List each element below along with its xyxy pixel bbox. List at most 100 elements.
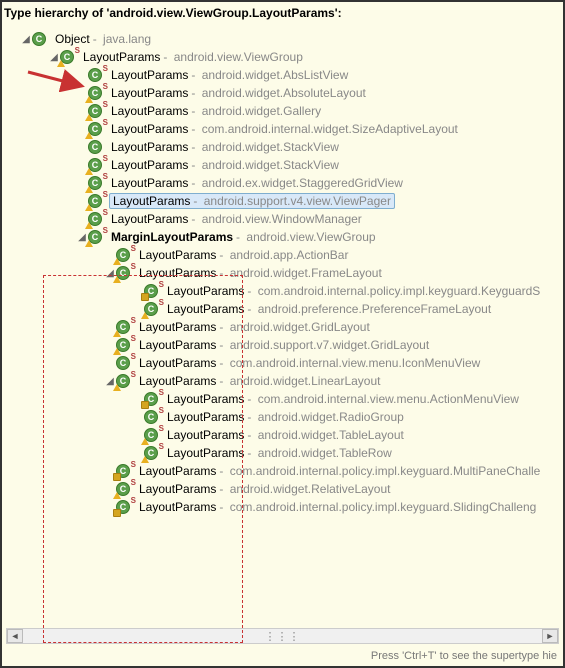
tree-row[interactable]: ▷CSLayoutParams - android.widget.Relativ… [6, 480, 563, 498]
package-name: - android.view.ViewGroup [160, 50, 303, 64]
package-name: - android.widget.TableLayout [244, 428, 403, 442]
class-icon: CS [144, 409, 162, 425]
tree-item-label[interactable]: MarginLayoutParams - android.view.ViewGr… [109, 230, 378, 244]
tree-item-label[interactable]: LayoutParams - android.app.ActionBar [137, 248, 350, 262]
type-hierarchy-tree: ◢CObject - java.lang◢CSLayoutParams - an… [2, 30, 563, 516]
tree-row[interactable]: ▷CSLayoutParams - com.android.internal.p… [6, 498, 563, 516]
tree-row[interactable]: ◢CSLayoutParams - android.view.ViewGroup [6, 48, 563, 66]
class-name: LayoutParams [111, 176, 188, 190]
tree-row[interactable]: ▷CSLayoutParams - android.widget.Absolut… [6, 84, 563, 102]
static-badge: S [159, 407, 164, 415]
tree-item-label[interactable]: LayoutParams - android.preference.Prefer… [165, 302, 493, 316]
static-badge: S [131, 479, 136, 487]
warning-overlay-icon [141, 312, 149, 319]
tree-row[interactable]: ▷CSLayoutParams - android.support.v7.wid… [6, 336, 563, 354]
tree-row[interactable]: ▷CSLayoutParams - android.widget.GridLay… [6, 318, 563, 336]
horizontal-scrollbar[interactable]: ◄ ⋮⋮⋮ ► [6, 628, 559, 644]
warning-overlay-icon [113, 258, 121, 265]
tree-item-label[interactable]: LayoutParams - android.widget.Gallery [109, 104, 323, 118]
scroll-track[interactable]: ⋮⋮⋮ [23, 630, 542, 643]
package-name: - com.android.internal.policy.impl.keygu… [216, 464, 540, 478]
tree-item-label[interactable]: LayoutParams - android.widget.GridLayout [137, 320, 372, 334]
tree-row[interactable]: ▷CSLayoutParams - com.android.internal.p… [6, 282, 563, 300]
tree-item-label[interactable]: LayoutParams - android.widget.FrameLayou… [137, 266, 384, 280]
page-title: Type hierarchy of 'android.view.ViewGrou… [2, 2, 563, 30]
tree-row[interactable]: ▷CSLayoutParams - android.ex.widget.Stag… [6, 174, 563, 192]
tree-item-label[interactable]: LayoutParams - com.android.internal.view… [137, 356, 482, 370]
tree-row[interactable]: ▷CSLayoutParams - android.app.ActionBar [6, 246, 563, 264]
tree-row[interactable]: ◢CObject - java.lang [6, 30, 563, 48]
tree-row[interactable]: ▷CSLayoutParams - com.android.internal.v… [6, 390, 563, 408]
collapse-icon[interactable]: ◢ [20, 33, 32, 45]
tree-row[interactable]: ▷CSLayoutParams - com.android.internal.p… [6, 462, 563, 480]
tree-item-label[interactable]: LayoutParams - android.view.WindowManage… [109, 212, 364, 226]
tree-item-label[interactable]: LayoutParams - android.widget.AbsoluteLa… [109, 86, 368, 100]
static-badge: S [131, 371, 136, 379]
tree-item-label[interactable]: LayoutParams - android.widget.RadioGroup [165, 410, 406, 424]
tree-row[interactable]: ▷CSLayoutParams - android.widget.Gallery [6, 102, 563, 120]
tree-row[interactable]: ▷CSLayoutParams - com.android.internal.w… [6, 120, 563, 138]
package-name: - com.android.internal.policy.impl.keygu… [216, 500, 536, 514]
package-name: - android.widget.TableRow [244, 446, 391, 460]
tree-item-label[interactable]: LayoutParams - android.widget.LinearLayo… [137, 374, 383, 388]
tree-row[interactable]: ▷CSLayoutParams - com.android.internal.v… [6, 354, 563, 372]
tree-row[interactable]: ◢CSLayoutParams - android.widget.FrameLa… [6, 264, 563, 282]
tree-item-label[interactable]: LayoutParams - com.android.internal.view… [165, 392, 521, 406]
warning-overlay-icon [141, 438, 149, 445]
class-icon: CS [144, 283, 162, 299]
tree-item-label[interactable]: LayoutParams - android.widget.TableRow [165, 446, 394, 460]
tree-item-label[interactable]: LayoutParams - android.view.ViewGroup [81, 50, 305, 64]
class-name: LayoutParams [139, 374, 216, 388]
package-name: - android.widget.FrameLayout [216, 266, 381, 280]
tree-row[interactable]: ▷CSLayoutParams - android.widget.TableLa… [6, 426, 563, 444]
package-name: - android.support.v7.widget.GridLayout [216, 338, 429, 352]
class-icon: CS [116, 481, 134, 497]
tree-row[interactable]: ◢CSLayoutParams - android.widget.LinearL… [6, 372, 563, 390]
tree-item-label[interactable]: LayoutParams - android.ex.widget.Stagger… [109, 176, 405, 190]
scroll-right-button[interactable]: ► [542, 629, 558, 643]
tree-row[interactable]: ▷CSLayoutParams - android.widget.AbsList… [6, 66, 563, 84]
class-icon: C [88, 139, 106, 155]
static-badge: S [103, 83, 108, 91]
tree-item-label[interactable]: Object - java.lang [53, 32, 153, 46]
tree-row[interactable]: ◢CSMarginLayoutParams - android.view.Vie… [6, 228, 563, 246]
tree-item-label[interactable]: LayoutParams - android.widget.StackView [109, 158, 341, 172]
scroll-left-button[interactable]: ◄ [7, 629, 23, 643]
package-name: - android.view.WindowManager [188, 212, 361, 226]
tree-row[interactable]: ▷CSLayoutParams - android.widget.TableRo… [6, 444, 563, 462]
warning-overlay-icon [85, 222, 93, 229]
tree-item-label[interactable]: LayoutParams - android.widget.RelativeLa… [137, 482, 393, 496]
package-name: - android.widget.Gallery [188, 104, 321, 118]
tree-row[interactable]: ▷CSLayoutParams - android.support.v4.vie… [6, 192, 563, 210]
package-name: - com.android.internal.view.menu.IconMen… [216, 356, 480, 370]
tree-item-label[interactable]: LayoutParams - android.support.v4.view.V… [109, 193, 395, 209]
lock-overlay-icon [113, 509, 121, 517]
class-name: LayoutParams [167, 410, 244, 424]
class-icon: CS [144, 391, 162, 407]
static-badge: S [159, 299, 164, 307]
package-name: - android.widget.LinearLayout [216, 374, 380, 388]
tree-item-label[interactable]: LayoutParams - android.widget.StackView [109, 140, 341, 154]
tree-item-label[interactable]: LayoutParams - android.support.v7.widget… [137, 338, 431, 352]
tree-row[interactable]: ▷CSLayoutParams - android.preference.Pre… [6, 300, 563, 318]
static-badge: S [103, 173, 108, 181]
package-name: - android.widget.StackView [188, 158, 339, 172]
tree-row[interactable]: ▷CLayoutParams - android.widget.StackVie… [6, 138, 563, 156]
tree-row[interactable]: ▷CSLayoutParams - android.widget.StackVi… [6, 156, 563, 174]
hint-text: Press 'Ctrl+T' to see the supertype hie [371, 650, 557, 662]
tree-item-label[interactable]: LayoutParams - android.widget.AbsListVie… [109, 68, 350, 82]
tree-item-label[interactable]: LayoutParams - com.android.internal.widg… [109, 122, 460, 136]
tree-item-label[interactable]: LayoutParams - android.widget.TableLayou… [165, 428, 406, 442]
tree-row[interactable]: ▷CSLayoutParams - android.widget.RadioGr… [6, 408, 563, 426]
package-name: - android.widget.StackView [188, 140, 339, 154]
tree-item-label[interactable]: LayoutParams - com.android.internal.poli… [137, 500, 538, 514]
tree-item-label[interactable]: LayoutParams - com.android.internal.poli… [137, 464, 542, 478]
static-badge: S [103, 209, 108, 217]
tree-row[interactable]: ▷CSLayoutParams - android.view.WindowMan… [6, 210, 563, 228]
package-name: - com.android.internal.view.menu.ActionM… [244, 392, 519, 406]
class-icon: CS [144, 427, 162, 443]
class-name: LayoutParams [139, 482, 216, 496]
class-name: LayoutParams [111, 104, 188, 118]
class-icon: CS [116, 337, 134, 353]
tree-item-label[interactable]: LayoutParams - com.android.internal.poli… [165, 284, 542, 298]
